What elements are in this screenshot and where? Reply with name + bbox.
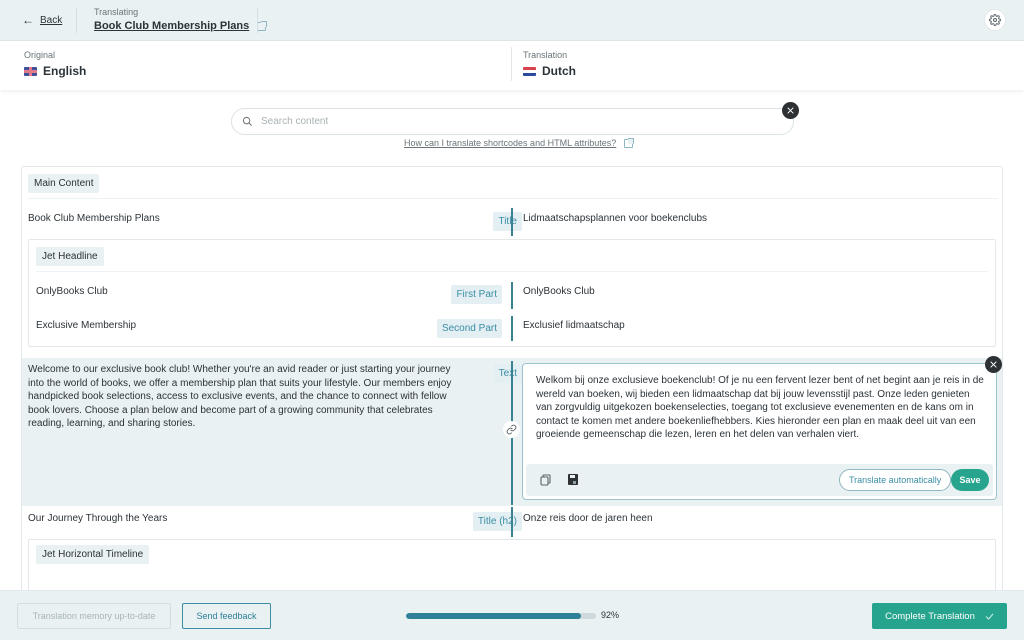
save-memory-icon[interactable] (568, 474, 578, 485)
progress-fill (406, 613, 581, 619)
close-icon (787, 107, 794, 114)
tag-title-h2: Title (h2) (472, 512, 522, 531)
tag-text: Text (493, 364, 522, 383)
tag-second-part: Second Part (436, 319, 502, 338)
segment-bar (511, 507, 513, 537)
send-feedback-button[interactable]: Send feedback (182, 603, 271, 629)
help-link[interactable]: How can I translate shortcodes and HTML … (404, 137, 635, 148)
translating-caption: Translating (94, 7, 139, 17)
help-link-label[interactable]: How can I translate shortcodes and HTML … (404, 138, 616, 148)
close-icon (990, 361, 997, 368)
back-button[interactable]: ← Back (22, 13, 62, 27)
original-language: Original English (24, 50, 86, 78)
jet-headline-box: Jet Headline OnlyBooks Club First Part O… (28, 239, 996, 347)
target-second-part-text: Exclusief lidmaatschap (523, 320, 625, 331)
original-language-name: English (43, 64, 87, 78)
tag-first-part: First Part (451, 285, 502, 304)
link-icon (506, 424, 517, 435)
check-icon (985, 613, 994, 620)
copy-icon[interactable] (540, 474, 551, 486)
translate-automatically-button[interactable]: Translate automatically (839, 469, 952, 491)
progress-label: 92% (601, 610, 620, 620)
editor-toolbar: Translate automatically Save (526, 464, 993, 496)
netherlands-flag-icon (523, 66, 536, 76)
segment-bar (511, 282, 513, 309)
divider (28, 198, 998, 199)
search-input[interactable] (261, 116, 761, 127)
tag-title: Title (493, 212, 522, 231)
target-second-part[interactable]: Exclusief lidmaatschap (523, 320, 625, 331)
link-segments-button[interactable] (503, 421, 520, 438)
translation-memory-button[interactable]: Translation memory up-to-date (17, 603, 171, 629)
footer-bar: Translation memory up-to-date Send feedb… (0, 590, 1024, 640)
translation-textarea[interactable]: Welkom bij onze exclusieve boekenclub! O… (536, 374, 986, 454)
source-journey-title: Our Journey Through the Years (28, 513, 168, 524)
settings-button[interactable] (984, 9, 1006, 31)
language-divider (511, 47, 512, 81)
source-second-part: Exclusive Membership (36, 320, 137, 331)
source-title: Book Club Membership Plans (28, 213, 160, 224)
back-label: Back (40, 14, 63, 26)
target-first-part-text: OnlyBooks Club (523, 286, 595, 297)
arrow-left-icon: ← (22, 13, 34, 27)
translation-language-name: Dutch (542, 64, 576, 78)
search-box (231, 108, 794, 135)
top-header: ← Back Translating Book Club Membership … (0, 0, 1024, 41)
target-first-part[interactable]: OnlyBooks Club (523, 286, 595, 297)
translation-editor: Welkom bij onze exclusieve boekenclub! O… (522, 363, 997, 500)
language-bar: Original English Translation Dutch (0, 41, 1024, 90)
translating-info: Translating Book Club Membership Plans (94, 7, 268, 32)
save-button[interactable]: Save (951, 469, 989, 491)
page-title-link[interactable]: Book Club Membership Plans (94, 20, 249, 32)
segment-bar (511, 316, 513, 341)
source-text: Welcome to our exclusive book club! Whet… (28, 364, 452, 429)
original-caption: Original (24, 50, 56, 60)
progress-bar (406, 613, 596, 619)
segment-bar (511, 208, 513, 236)
translation-caption: Translation (523, 50, 568, 60)
target-journey-title[interactable]: Onze reis door de jaren heen (523, 513, 653, 524)
header-divider (76, 8, 77, 33)
target-journey-title-text: Onze reis door de jaren heen (523, 513, 653, 524)
target-title-text: Lidmaatschapsplannen voor boekenclubs (523, 213, 708, 224)
clear-search-button[interactable] (782, 102, 799, 119)
target-title[interactable]: Lidmaatschapsplannen voor boekenclubs (523, 213, 707, 224)
gear-icon (989, 14, 1001, 26)
translation-language: Translation Dutch (523, 50, 576, 78)
source-first-part: OnlyBooks Club (36, 286, 108, 297)
section-label-jet-headline: Jet Headline (36, 247, 104, 266)
external-link-icon[interactable] (624, 137, 635, 148)
header-divider (257, 8, 258, 33)
search-icon (242, 116, 252, 126)
section-label-jet-horizontal-timeline: Jet Horizontal Timeline (36, 545, 150, 564)
external-link-icon[interactable] (257, 20, 268, 31)
divider (36, 271, 988, 272)
uk-flag-icon (24, 66, 37, 76)
jet-horizontal-timeline-box: Jet Horizontal Timeline (28, 539, 996, 595)
complete-translation-label: Complete Translation (885, 610, 975, 622)
content-panel: Main Content Book Club Membership Plans … (21, 166, 1003, 596)
close-editor-button[interactable] (985, 356, 1002, 373)
complete-translation-button[interactable]: Complete Translation (872, 603, 1007, 629)
section-label-main-content: Main Content (28, 174, 100, 193)
